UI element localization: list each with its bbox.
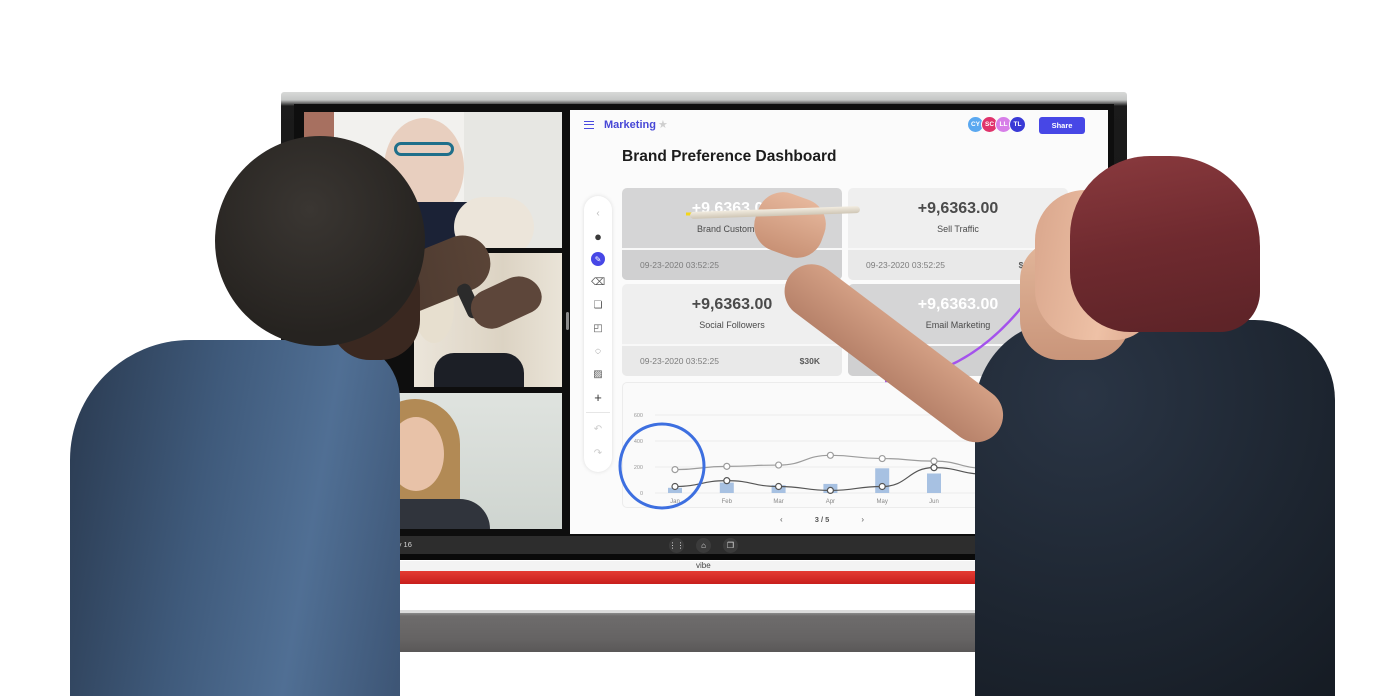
- add-icon[interactable]: +: [591, 390, 605, 405]
- card-amount: $30K: [799, 356, 820, 366]
- y-tick-label: 0: [640, 491, 643, 497]
- x-tick-label: Jun: [929, 499, 939, 505]
- data-point: [930, 457, 938, 465]
- data-point: [723, 462, 731, 470]
- x-tick-label: Apr: [826, 499, 835, 505]
- avatar[interactable]: TL: [1009, 116, 1026, 133]
- shapes-icon[interactable]: ◰: [591, 321, 605, 335]
- next-page-button[interactable]: ›: [861, 515, 864, 524]
- y-tick-label: 400: [634, 439, 643, 445]
- x-tick-label: Mar: [773, 499, 783, 505]
- data-point: [878, 482, 886, 491]
- lasso-icon[interactable]: ◌: [591, 344, 605, 358]
- prev-page-button[interactable]: ‹: [780, 515, 783, 524]
- stand-rail: [368, 571, 1026, 584]
- x-tick-label: May: [877, 499, 888, 505]
- data-point: [723, 477, 731, 485]
- share-button[interactable]: Share: [1039, 117, 1085, 134]
- data-point: [878, 454, 886, 463]
- participant-body: [434, 353, 524, 387]
- undo-icon[interactable]: ↶: [591, 422, 605, 436]
- collapse-toolbar-icon[interactable]: ‹: [591, 206, 605, 220]
- toolbar-divider: [586, 412, 610, 413]
- card-footer: 09-23-2020 03:52:25 $30K: [622, 346, 842, 376]
- redo-icon[interactable]: ↷: [591, 446, 605, 460]
- x-tick-label: Jan: [670, 499, 680, 505]
- app-header: Marketing ★ CY SC LL TL Share: [570, 110, 1108, 140]
- card-date: 09-23-2020 03:52:25: [866, 260, 945, 270]
- pen-tool-icon[interactable]: ✎: [591, 252, 605, 266]
- home-icon[interactable]: ⌂: [696, 538, 711, 553]
- apps-grid-icon[interactable]: ⋮⋮: [669, 538, 685, 553]
- y-tick-label: 600: [634, 413, 643, 419]
- person-right-body: [975, 320, 1335, 696]
- data-point: [775, 482, 783, 491]
- bar: [927, 473, 941, 493]
- color-picker-icon[interactable]: ●: [591, 229, 605, 244]
- sticky-note-icon[interactable]: ❏: [591, 298, 605, 312]
- hamburger-menu-icon[interactable]: [584, 121, 594, 129]
- person-left-head: [215, 136, 425, 346]
- star-icon[interactable]: ★: [658, 118, 668, 131]
- board-name[interactable]: Marketing: [604, 119, 656, 131]
- image-icon[interactable]: ▨: [591, 367, 605, 381]
- x-tick-label: Feb: [722, 499, 733, 505]
- brand-logo: vibe: [696, 561, 711, 570]
- data-point: [671, 465, 679, 474]
- collaborator-avatars: CY SC LL TL: [967, 116, 1026, 134]
- card-date: 09-23-2020 03:52:25: [640, 260, 719, 270]
- windows-icon[interactable]: ❐: [723, 538, 738, 553]
- data-point: [826, 486, 834, 495]
- page-indicator: 3 / 5: [814, 514, 830, 524]
- split-divider-handle[interactable]: [566, 312, 569, 330]
- card-date: 09-23-2020 03:52:25: [640, 356, 719, 366]
- person-left-body: [70, 340, 400, 696]
- data-point: [671, 482, 679, 491]
- person-right-beanie: [1070, 156, 1260, 332]
- y-tick-label: 200: [634, 465, 643, 471]
- card-value: +9,6363.00: [917, 200, 999, 217]
- data-point: [930, 464, 938, 472]
- eraser-tool-icon[interactable]: ⌫: [591, 275, 605, 289]
- data-point: [826, 451, 834, 459]
- pagination: ‹ 3 / 5 ›: [780, 512, 864, 526]
- page-title: Brand Preference Dashboard: [622, 148, 837, 165]
- data-point: [775, 461, 783, 469]
- drawing-toolbar: ‹ ● ✎ ⌫ ❏ ◰ ◌ ▨ + ↶ ↷: [584, 196, 612, 472]
- glasses: [394, 142, 454, 156]
- stand-tray: [394, 610, 1006, 652]
